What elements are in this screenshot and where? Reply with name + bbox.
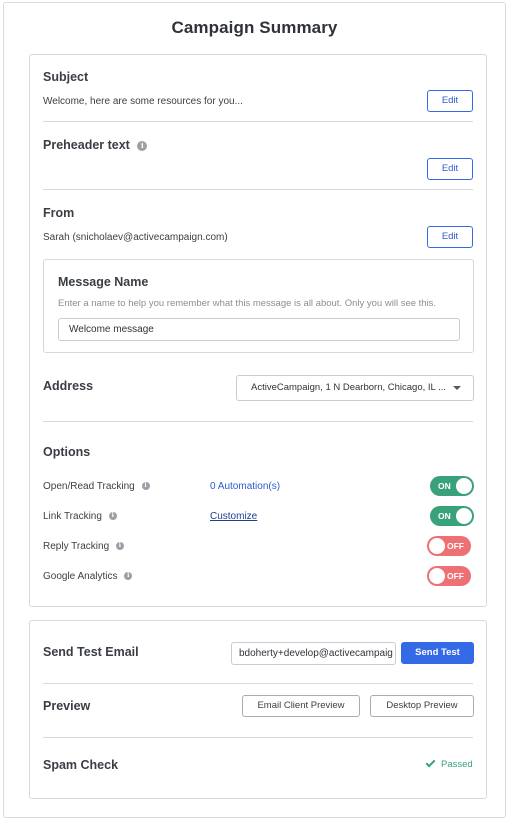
message-name-input-value: Welcome message — [69, 324, 154, 335]
toggle-state: OFF — [447, 541, 464, 551]
spam-check-label: Spam Check — [43, 758, 119, 772]
info-icon[interactable]: i — [108, 512, 117, 521]
preview-label: Preview — [43, 699, 91, 713]
message-name-input[interactable]: Welcome message — [58, 318, 460, 341]
divider — [43, 121, 473, 122]
option-link-tracking: Link Tracking i — [43, 511, 117, 522]
link-tracking-toggle[interactable]: ON — [430, 506, 474, 526]
divider — [43, 421, 473, 422]
options-label: Options — [43, 445, 91, 459]
toggle-knob — [429, 568, 445, 584]
subject-edit-button[interactable]: Edit — [427, 90, 473, 112]
test-email-input[interactable]: bdoherty+develop@activecampaig — [231, 642, 396, 665]
option-google-analytics: Google Analytics i — [43, 571, 133, 582]
option-label: Reply Tracking — [43, 541, 110, 552]
toggle-state: ON — [438, 481, 451, 491]
open-read-tracking-toggle[interactable]: ON — [430, 476, 474, 496]
google-analytics-toggle[interactable]: OFF — [427, 566, 471, 586]
option-label: Link Tracking — [43, 511, 102, 522]
info-icon[interactable]: i — [137, 140, 148, 151]
summary-card: Subject Welcome, here are some resources… — [29, 54, 487, 607]
from-value: Sarah (snicholaev@activecampaign.com) — [43, 232, 228, 243]
option-label: Google Analytics — [43, 571, 118, 582]
address-select-value: ActiveCampaign, 1 N Dearborn, Chicago, I… — [251, 382, 447, 393]
automations-link[interactable]: 0 Automation(s) — [210, 481, 280, 492]
from-label: From — [43, 206, 75, 220]
chevron-down-icon — [453, 386, 461, 390]
customize-link[interactable]: Customize — [210, 511, 257, 522]
divider — [43, 737, 473, 738]
option-reply-tracking: Reply Tracking i — [43, 541, 124, 552]
spam-check-status-text: Passed — [441, 759, 473, 770]
divider — [43, 189, 473, 190]
address-select[interactable]: ActiveCampaign, 1 N Dearborn, Chicago, I… — [236, 375, 474, 401]
preheader-label: Preheader text i — [43, 138, 148, 152]
toggle-knob — [456, 478, 472, 494]
from-edit-button[interactable]: Edit — [427, 226, 473, 248]
email-client-preview-button[interactable]: Email Client Preview — [242, 695, 360, 717]
toggle-state: OFF — [447, 571, 464, 581]
checkmark-icon — [425, 757, 436, 768]
test-preview-card: Send Test Email bdoherty+develop@activec… — [29, 620, 487, 799]
send-test-label: Send Test Email — [43, 645, 139, 659]
page-title: Campaign Summary — [171, 18, 338, 37]
toggle-state: ON — [438, 511, 451, 521]
subject-label: Subject — [43, 70, 89, 84]
option-open-read-tracking: Open/Read Tracking i — [43, 481, 150, 492]
reply-tracking-toggle[interactable]: OFF — [427, 536, 471, 556]
info-icon[interactable]: i — [124, 572, 133, 581]
preheader-edit-button[interactable]: Edit — [427, 158, 473, 180]
option-label: Open/Read Tracking — [43, 481, 135, 492]
preheader-label-text: Preheader text — [43, 138, 130, 152]
address-label: Address — [43, 379, 94, 393]
spam-check-status: Passed — [425, 757, 473, 770]
divider — [43, 683, 473, 684]
message-name-section: Message Name Enter a name to help you re… — [43, 259, 474, 353]
desktop-preview-button[interactable]: Desktop Preview — [370, 695, 474, 717]
subject-value: Welcome, here are some resources for you… — [43, 96, 243, 107]
info-icon[interactable]: i — [141, 482, 150, 491]
test-email-value: bdoherty+develop@activecampaig — [239, 648, 393, 659]
message-name-help: Enter a name to help you remember what t… — [58, 298, 437, 309]
toggle-knob — [429, 538, 445, 554]
info-icon[interactable]: i — [115, 542, 124, 551]
send-test-button[interactable]: Send Test — [401, 642, 474, 664]
toggle-knob — [456, 508, 472, 524]
message-name-label: Message Name — [58, 275, 149, 289]
